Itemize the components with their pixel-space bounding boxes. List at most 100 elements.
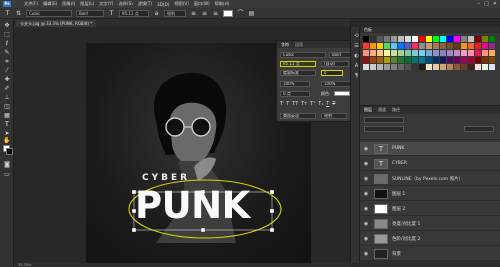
swatch-color[interactable] [440,36,446,42]
gradient-tool-icon[interactable]: ▦ [3,112,11,119]
canvas-text-cyber[interactable]: CYBER [142,173,190,183]
visibility-eye-icon[interactable]: ◉ [363,191,369,197]
char-antialias[interactable]: 锐利 [321,113,347,119]
swatch-color[interactable] [384,50,390,56]
tab-channels[interactable]: 通道 [378,107,386,113]
align-left-icon[interactable]: ≡ [190,10,197,17]
swatch-color[interactable] [454,57,460,63]
swatch-color[interactable] [363,43,369,49]
layer-row[interactable]: ◉ 图层 2 [360,202,500,216]
swatch-color[interactable] [363,57,369,63]
swatch-color[interactable] [426,36,432,42]
background-color-swatch[interactable] [6,148,13,155]
swatch-color[interactable] [398,64,404,70]
swatch-color[interactable] [398,57,404,63]
eyedropper-tool-icon[interactable]: ⁄ [3,67,11,74]
zoom-readout[interactable]: 33.33% [18,263,31,267]
path-select-tool-icon[interactable]: ➤ [3,130,11,137]
layer-row[interactable]: ◉ T PUNK [360,142,500,156]
healing-tool-icon[interactable]: ✚ [3,76,11,83]
stamp-tool-icon[interactable]: ⊥ [3,94,11,101]
font-size-select[interactable]: 95.11 点 [119,9,149,17]
hand-tool-icon[interactable]: ✋ [3,137,11,144]
swatch-color[interactable] [461,50,467,56]
swatch-color[interactable] [440,57,446,63]
char-font-family[interactable]: Cubic [280,52,326,58]
menu-file[interactable]: 文件(F) [24,1,38,7]
quick-select-tool-icon[interactable]: ✎ [3,49,11,56]
swatch-color[interactable] [489,43,495,49]
swatch-color[interactable] [489,50,495,56]
swatch-color[interactable] [447,57,453,63]
menu-layer[interactable]: 图层(L) [80,1,94,7]
layer-row[interactable]: ◉ 图层 1 [360,187,500,201]
swatch-color[interactable] [419,64,425,70]
text-color-swatch[interactable] [223,9,233,17]
swatch-color[interactable] [412,57,418,63]
swatch-color[interactable] [475,57,481,63]
screen-mode-icon[interactable]: ▭ [3,171,11,178]
tab-paragraph[interactable]: 段落 [295,42,303,48]
swatch-color[interactable] [475,64,481,70]
menu-type[interactable]: 文字(Y) [99,1,113,7]
blend-mode-select[interactable] [364,126,404,132]
swatch-color[interactable] [440,64,446,70]
align-right-icon[interactable]: ≡ [212,10,219,17]
char-font-size[interactable]: 95.11 点 [280,61,316,67]
swatch-color[interactable] [370,50,376,56]
char-kerning[interactable]: 度量标准 [280,70,316,76]
menu-window[interactable]: 窗口(W) [194,1,210,7]
char-color-swatch[interactable] [334,91,350,96]
swatch-color[interactable] [412,64,418,70]
superscript-icon[interactable]: T¹ [310,101,315,108]
swatch-color[interactable] [377,57,383,63]
swatch-color[interactable] [419,43,425,49]
adjustments-panel-icon[interactable]: ◐ [353,53,360,59]
char-language[interactable]: 美国英语 [280,113,316,119]
align-center-icon[interactable]: ≡ [201,10,208,17]
swatch-color[interactable] [363,64,369,70]
swatch-color[interactable] [468,43,474,49]
layer-row[interactable]: ◉ SUNLINE（by Pexels.com 照片） [360,172,500,186]
crop-tool-icon[interactable]: ⌗ [3,58,11,65]
character-panel-toggle-icon[interactable]: ▤ [248,10,255,17]
swatch-color[interactable] [461,57,467,63]
orientation-toggle-icon[interactable]: ⇅ [15,10,22,17]
layer-row[interactable]: ◉ 色阶/对比度 2 [360,232,500,246]
visibility-eye-icon[interactable]: ◉ [363,161,369,167]
eraser-tool-icon[interactable]: ◫ [3,103,11,110]
char-baseline-shift[interactable]: 0 点 [280,91,310,97]
menu-edit[interactable]: 编辑(E) [43,1,57,7]
tab-paths[interactable]: 路径 [392,107,400,113]
brush-tool-icon[interactable]: ✐ [3,85,11,92]
swatch-color[interactable] [377,64,383,70]
marquee-tool-icon[interactable]: ⬚ [3,31,11,38]
menu-view[interactable]: 视图(V) [174,1,189,7]
font-style-select[interactable]: Bold [76,9,104,17]
swatch-color[interactable] [377,50,383,56]
swatch-color[interactable] [391,64,397,70]
swatch-color[interactable] [377,36,383,42]
opacity-field[interactable] [464,126,494,132]
font-family-select[interactable]: Cubic [26,9,72,17]
small-caps-icon[interactable]: Tт [301,101,307,108]
swatch-color[interactable] [363,50,369,56]
swatch-color[interactable] [468,50,474,56]
history-panel-icon[interactable]: ⟲ [353,33,360,39]
swatch-color[interactable] [475,43,481,49]
swatch-color[interactable] [440,43,446,49]
swatch-color[interactable] [433,43,439,49]
visibility-eye-icon[interactable]: ◉ [363,236,369,242]
swatch-color[interactable] [482,50,488,56]
swatch-color[interactable] [384,64,390,70]
swatch-color[interactable] [475,36,481,42]
visibility-eye-icon[interactable]: ◉ [363,146,369,152]
type-tool-icon[interactable]: T [3,121,11,128]
maximize-button[interactable]: □ [484,1,489,7]
swatch-color[interactable] [482,64,488,70]
menu-image[interactable]: 图像(I) [62,1,75,7]
subscript-icon[interactable]: T₁ [318,101,323,108]
swatch-color[interactable] [447,50,453,56]
swatch-color[interactable] [461,36,467,42]
swatch-color[interactable] [412,50,418,56]
